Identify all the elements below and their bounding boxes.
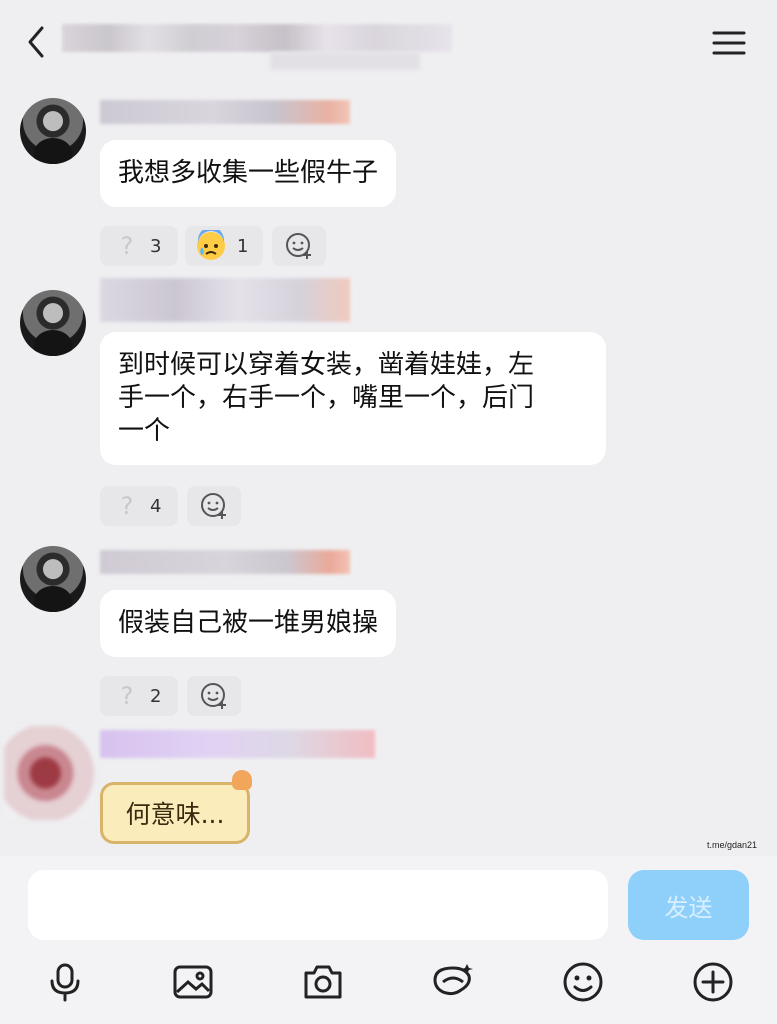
avatar-redacted[interactable] (4, 726, 96, 820)
back-button[interactable] (20, 22, 54, 62)
reaction-question[interactable]: ? 2 (100, 676, 178, 716)
question-icon: ? (120, 232, 134, 260)
sticker-icon (433, 964, 473, 996)
microphone-icon (50, 963, 80, 1002)
plus-icon (693, 962, 733, 1002)
reaction-anxious[interactable]: 1 (185, 226, 263, 266)
hamburger-menu-icon (712, 31, 746, 55)
add-reaction-button[interactable] (272, 226, 326, 266)
camera-button[interactable] (298, 958, 348, 1006)
chat-subtitle-redacted (270, 52, 420, 70)
avatar[interactable] (20, 290, 86, 356)
add-reaction-icon (201, 493, 226, 519)
message-text-line: 到时候可以穿着女装，凿着娃娃，左 (118, 350, 535, 380)
sender-name-redacted (100, 278, 350, 322)
chat-header (0, 0, 777, 86)
chevron-left-icon (28, 26, 44, 58)
question-icon: ? (120, 682, 134, 710)
anxious-sweat-emoji (197, 230, 225, 260)
sender-name-redacted (100, 550, 350, 574)
avatar[interactable] (20, 98, 86, 164)
reaction-question[interactable]: ? 3 (100, 226, 178, 266)
message-bubble[interactable]: 我想多收集一些假牛子 (100, 140, 397, 207)
add-reaction-button[interactable] (187, 486, 241, 526)
message-input[interactable] (28, 870, 608, 940)
menu-button[interactable] (710, 26, 748, 60)
message-text-line: 一个 (118, 416, 171, 446)
reaction-question[interactable]: ? 4 (100, 486, 178, 526)
reaction-count: 4 (150, 495, 162, 517)
sender-name-redacted (100, 100, 350, 124)
add-reaction-icon (201, 683, 226, 709)
send-button[interactable]: 发送 (628, 870, 749, 940)
watermark: t.me/gdan21 (706, 840, 757, 850)
sticker-button[interactable] (428, 958, 478, 1006)
question-icon: ? (120, 492, 134, 520)
camera-icon (304, 965, 342, 999)
add-reaction-button[interactable] (187, 676, 241, 716)
message-bubble[interactable]: 假装自己被一堆男娘操 (100, 590, 397, 657)
reaction-count: 2 (150, 685, 162, 707)
message-text: 我想多收集一些假牛子 (118, 158, 379, 188)
sender-name-redacted (100, 730, 375, 758)
cat-sticker-icon (232, 770, 252, 790)
image-button[interactable] (168, 958, 218, 1006)
reaction-count: 1 (237, 235, 249, 257)
sticker-message[interactable]: 何意味... (100, 782, 250, 844)
toolbar (0, 956, 777, 1024)
message-text: 假装自己被一堆男娘操 (118, 608, 379, 638)
image-icon (173, 965, 213, 999)
message-bubble[interactable]: 到时候可以穿着女装，凿着娃娃，左 手一个，右手一个，嘴里一个，后门 一个 (100, 332, 606, 465)
voice-button[interactable] (40, 958, 90, 1006)
more-button[interactable] (688, 958, 738, 1006)
message-text-line: 手一个，右手一个，嘴里一个，后门 (118, 383, 535, 413)
chat-title-redacted (62, 24, 452, 52)
emoji-icon (563, 962, 603, 1002)
avatar[interactable] (20, 546, 86, 612)
add-reaction-icon (286, 233, 311, 259)
reaction-count: 3 (150, 235, 162, 257)
emoji-button[interactable] (558, 958, 608, 1006)
sticker-text: 何意味... (125, 800, 225, 829)
